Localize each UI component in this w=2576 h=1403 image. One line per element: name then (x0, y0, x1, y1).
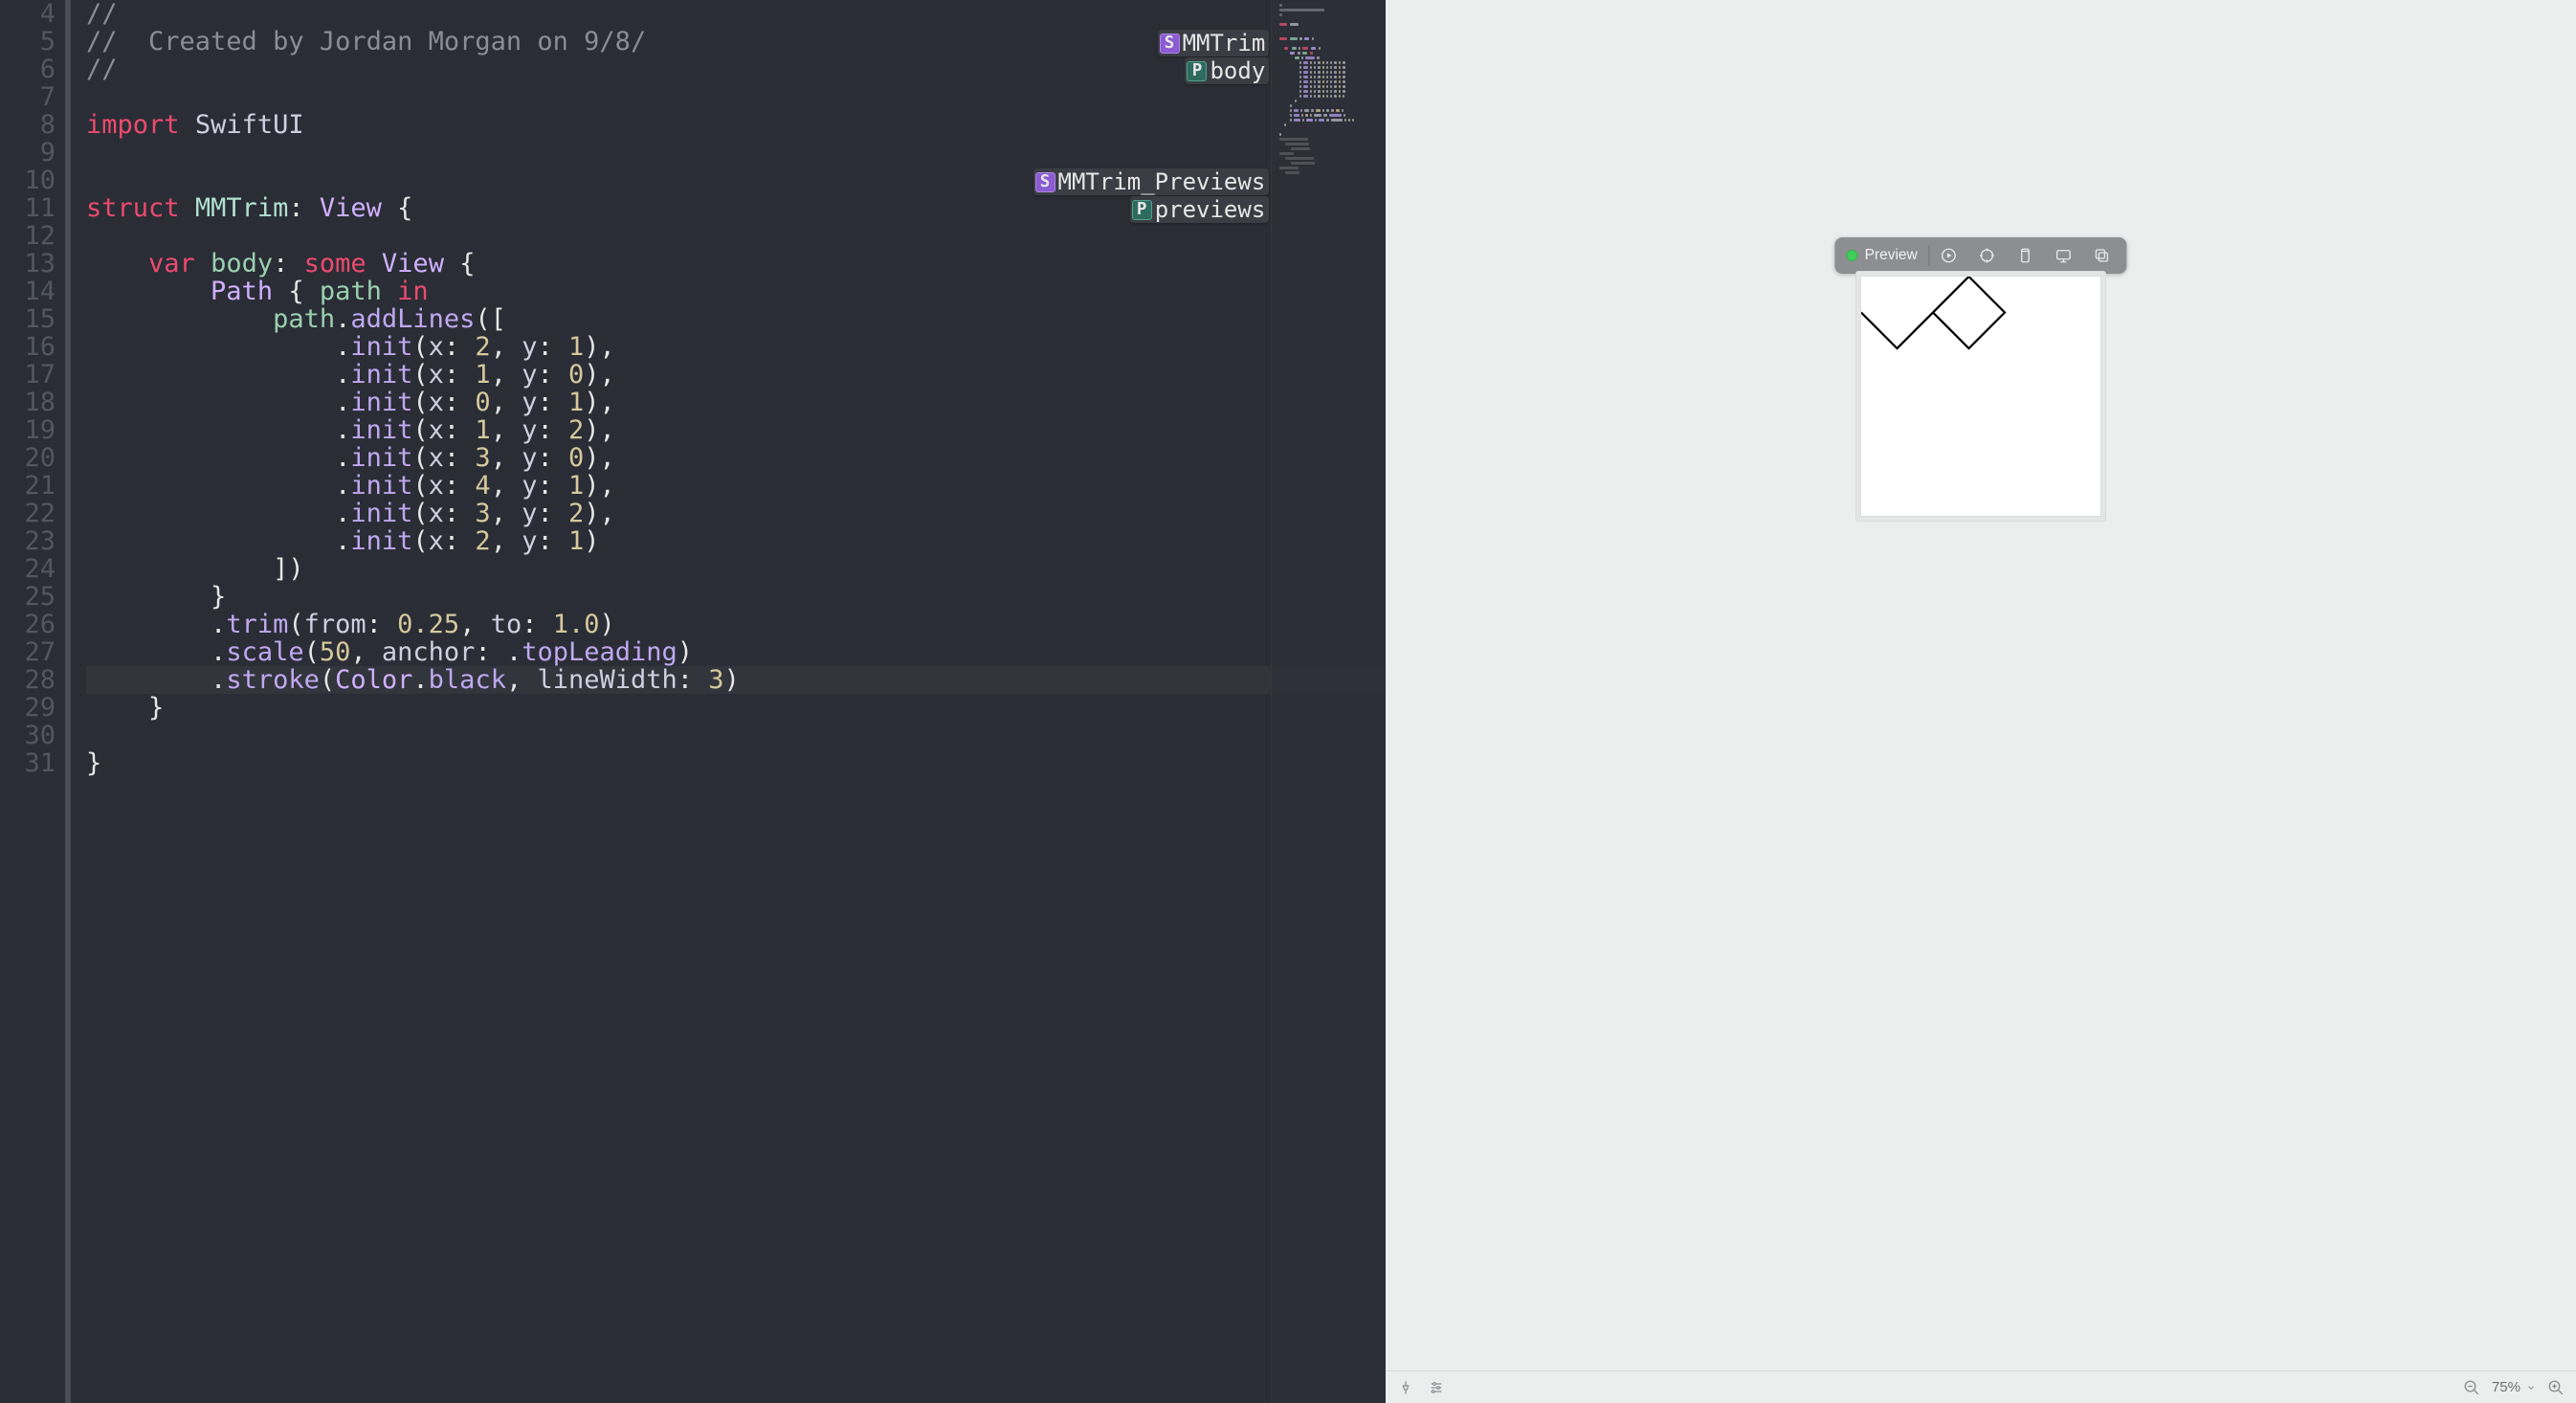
pin-preview-button[interactable] (1395, 1377, 1416, 1398)
code-line[interactable] (86, 222, 1386, 250)
line-number: 6 (0, 56, 56, 83)
preview-pane: Preview (1386, 0, 2576, 1403)
symbol-tag-label: MMTrim (1183, 30, 1266, 56)
code-line[interactable]: .init(x: 4, y: 1), (86, 472, 1386, 500)
monitor-icon (2055, 247, 2073, 264)
line-number: 11 (0, 194, 56, 222)
line-number: 12 (0, 222, 56, 250)
preview-status-pill[interactable]: Preview (1841, 243, 1929, 268)
line-number: 5 (0, 28, 56, 56)
preview-canvas-inner (1861, 277, 2100, 516)
preview-bottom-bar: 75% (1386, 1370, 2576, 1403)
line-number: 10 (0, 167, 56, 194)
duplicate-preview-button[interactable] (2083, 242, 2121, 269)
preview-canvas[interactable] (1855, 271, 2106, 522)
line-number: 25 (0, 583, 56, 611)
line-number: 18 (0, 389, 56, 416)
path-stroke (1861, 277, 2005, 348)
code-line[interactable]: .init(x: 3, y: 0), (86, 444, 1386, 472)
duplicate-icon (2094, 247, 2111, 264)
code-line[interactable]: path.addLines([ (86, 305, 1386, 333)
app-root: 4567891011121314151617181920212223242526… (0, 0, 2576, 1403)
code-line[interactable]: .init(x: 1, y: 0), (86, 361, 1386, 389)
line-number: 19 (0, 416, 56, 444)
symbol-tag-label: body (1210, 57, 1265, 84)
code-line[interactable] (86, 83, 1386, 111)
line-number: 15 (0, 305, 56, 333)
line-number: 28 (0, 666, 56, 694)
zoom-in-icon (2547, 1379, 2565, 1396)
code-line[interactable]: .init(x: 3, y: 2), (86, 500, 1386, 527)
line-number: 21 (0, 472, 56, 500)
line-number: 17 (0, 361, 56, 389)
zoom-in-button[interactable] (2545, 1377, 2566, 1398)
struct-badge-icon: S (1035, 172, 1055, 192)
line-number: 14 (0, 278, 56, 305)
code-line[interactable]: .stroke(Color.black, lineWidth: 3) (86, 666, 1386, 694)
code-line[interactable]: var body: some View { (86, 250, 1386, 278)
zoom-level-label: 75% (2492, 1379, 2520, 1395)
symbol-tag-label: MMTrim_Previews (1058, 168, 1266, 195)
property-badge-icon: P (1187, 61, 1207, 81)
device-icon (2017, 247, 2034, 264)
line-number: 31 (0, 749, 56, 777)
code-line[interactable]: // (86, 0, 1386, 28)
line-number: 7 (0, 83, 56, 111)
symbol-tag-label: previews (1155, 196, 1266, 223)
line-number: 29 (0, 694, 56, 722)
line-number: 8 (0, 111, 56, 139)
code-line[interactable]: .init(x: 0, y: 1), (86, 389, 1386, 416)
minimap[interactable] (1271, 0, 1386, 1403)
code-line[interactable] (86, 722, 1386, 749)
property-badge-icon: P (1132, 200, 1152, 220)
line-number: 4 (0, 0, 56, 28)
device-settings-button[interactable] (2007, 242, 2045, 269)
code-line[interactable]: .scale(50, anchor: .topLeading) (86, 638, 1386, 666)
code-line[interactable]: } (86, 749, 1386, 777)
code-line[interactable] (86, 139, 1386, 167)
line-number: 26 (0, 611, 56, 638)
symbol-tag-struct[interactable]: SMMTrim_Previews (1033, 168, 1270, 195)
struct-badge-icon: S (1160, 33, 1180, 54)
line-number: 22 (0, 500, 56, 527)
symbol-tag-property[interactable]: Pbody (1185, 57, 1269, 84)
preview-toolbar: Preview (1835, 237, 2127, 274)
preview-options-button[interactable] (1426, 1377, 1447, 1398)
line-number: 20 (0, 444, 56, 472)
code-line[interactable]: } (86, 694, 1386, 722)
code-line[interactable]: Path { path in (86, 278, 1386, 305)
line-number: 16 (0, 333, 56, 361)
line-number: 30 (0, 722, 56, 749)
line-number: 9 (0, 139, 56, 167)
symbol-tag-struct[interactable]: SMMTrim (1158, 30, 1270, 56)
code-line[interactable]: } (86, 583, 1386, 611)
zoom-out-button[interactable] (2461, 1377, 2482, 1398)
code-line[interactable]: .init(x: 1, y: 2), (86, 416, 1386, 444)
line-number-gutter: 4567891011121314151617181920212223242526… (0, 0, 65, 1403)
zoom-level-dropdown[interactable]: 75% (2492, 1379, 2536, 1395)
code-line[interactable]: .trim(from: 0.25, to: 1.0) (86, 611, 1386, 638)
chevron-down-icon (2526, 1383, 2536, 1392)
play-circle-icon (1941, 247, 1958, 264)
status-dot-icon (1847, 250, 1858, 261)
editor-pane[interactable]: 4567891011121314151617181920212223242526… (0, 0, 1386, 1403)
line-number: 24 (0, 555, 56, 583)
line-number: 13 (0, 250, 56, 278)
sliders-icon (1429, 1380, 1444, 1395)
inspect-button[interactable] (1968, 242, 2007, 269)
crosshair-icon (1979, 247, 1996, 264)
line-number: 23 (0, 527, 56, 555)
symbol-tag-property[interactable]: Ppreviews (1130, 196, 1270, 223)
pin-icon (1398, 1380, 1413, 1395)
line-number: 27 (0, 638, 56, 666)
preview-label: Preview (1865, 247, 1918, 264)
code-line[interactable]: import SwiftUI (86, 111, 1386, 139)
rendered-path (1861, 277, 2100, 516)
code-line[interactable]: ]) (86, 555, 1386, 583)
code-line[interactable]: .init(x: 2, y: 1), (86, 333, 1386, 361)
code-line[interactable]: .init(x: 2, y: 1) (86, 527, 1386, 555)
preview-on-device-button[interactable] (2045, 242, 2083, 269)
zoom-out-icon (2463, 1379, 2480, 1396)
live-preview-button[interactable] (1930, 242, 1968, 269)
